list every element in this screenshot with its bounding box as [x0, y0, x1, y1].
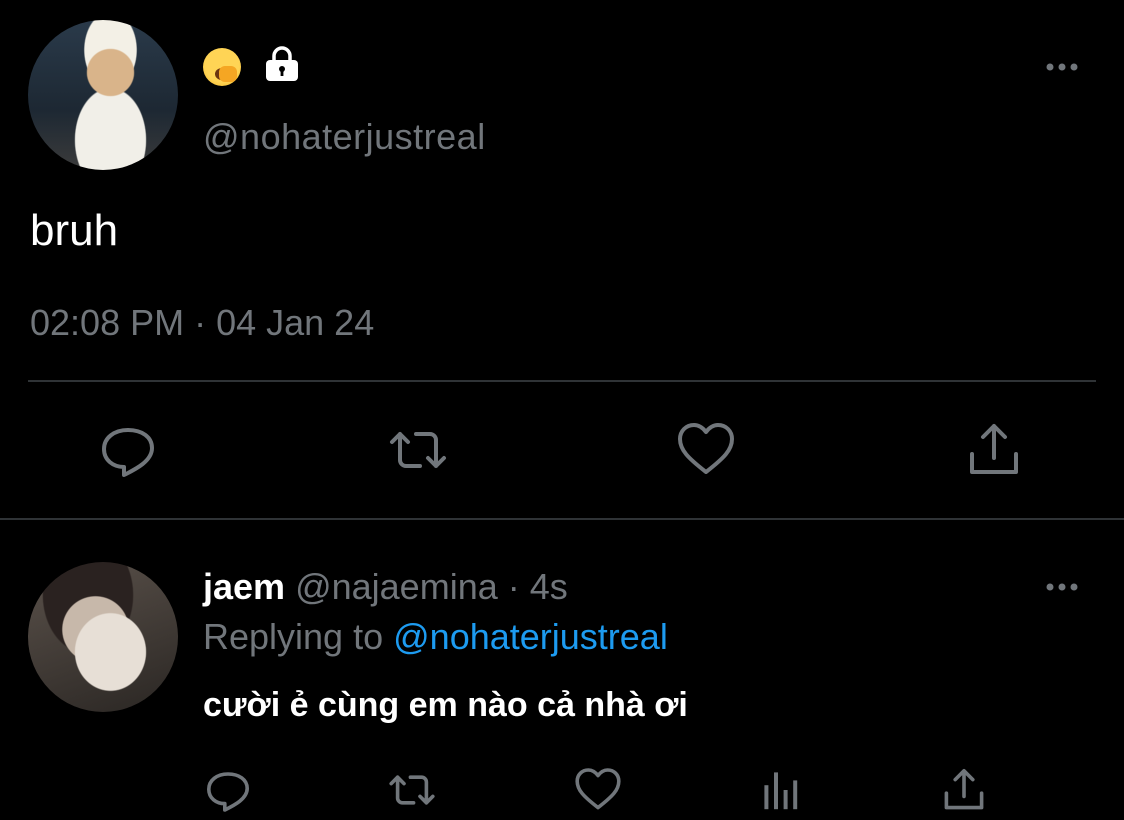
divider — [0, 518, 1124, 520]
retweet-icon[interactable] — [388, 420, 448, 480]
analytics-icon[interactable] — [758, 766, 806, 814]
retweet-icon[interactable] — [388, 766, 436, 814]
replying-to-label: Replying to — [203, 616, 384, 657]
tweet-timestamp[interactable]: 02:08 PM · 04 Jan 24 — [30, 302, 374, 344]
reply-text: cười ẻ cùng em nào cả nhà ơi — [203, 686, 688, 724]
share-icon[interactable] — [940, 766, 988, 814]
reply-icon[interactable] — [204, 766, 252, 814]
replying-to-line: Replying to @nohaterjustreal — [203, 616, 668, 658]
lock-icon — [266, 46, 298, 81]
author-handle[interactable]: @nohaterjustreal — [203, 116, 486, 158]
reply-icon[interactable] — [98, 420, 158, 480]
reply-time: · 4s — [507, 566, 568, 607]
avatar[interactable] — [28, 562, 178, 712]
tweet-text: bruh — [30, 206, 119, 255]
yawning-face-icon — [203, 48, 241, 86]
more-options-icon[interactable] — [1040, 52, 1084, 82]
tweet-detail-page: @nohaterjustreal bruh 02:08 PM · 04 Jan … — [0, 0, 1124, 820]
like-icon[interactable] — [676, 420, 736, 480]
reply-author-handle[interactable]: @najaemina — [295, 566, 498, 607]
avatar[interactable] — [28, 20, 178, 170]
share-icon[interactable] — [964, 420, 1024, 480]
like-icon[interactable] — [574, 766, 622, 814]
reply-header: jaem @najaemina · 4s — [203, 566, 568, 608]
replying-to-mention[interactable]: @nohaterjustreal — [393, 616, 668, 657]
divider — [28, 380, 1096, 382]
more-options-icon[interactable] — [1040, 572, 1084, 602]
reply-author-name[interactable]: jaem — [203, 566, 285, 607]
